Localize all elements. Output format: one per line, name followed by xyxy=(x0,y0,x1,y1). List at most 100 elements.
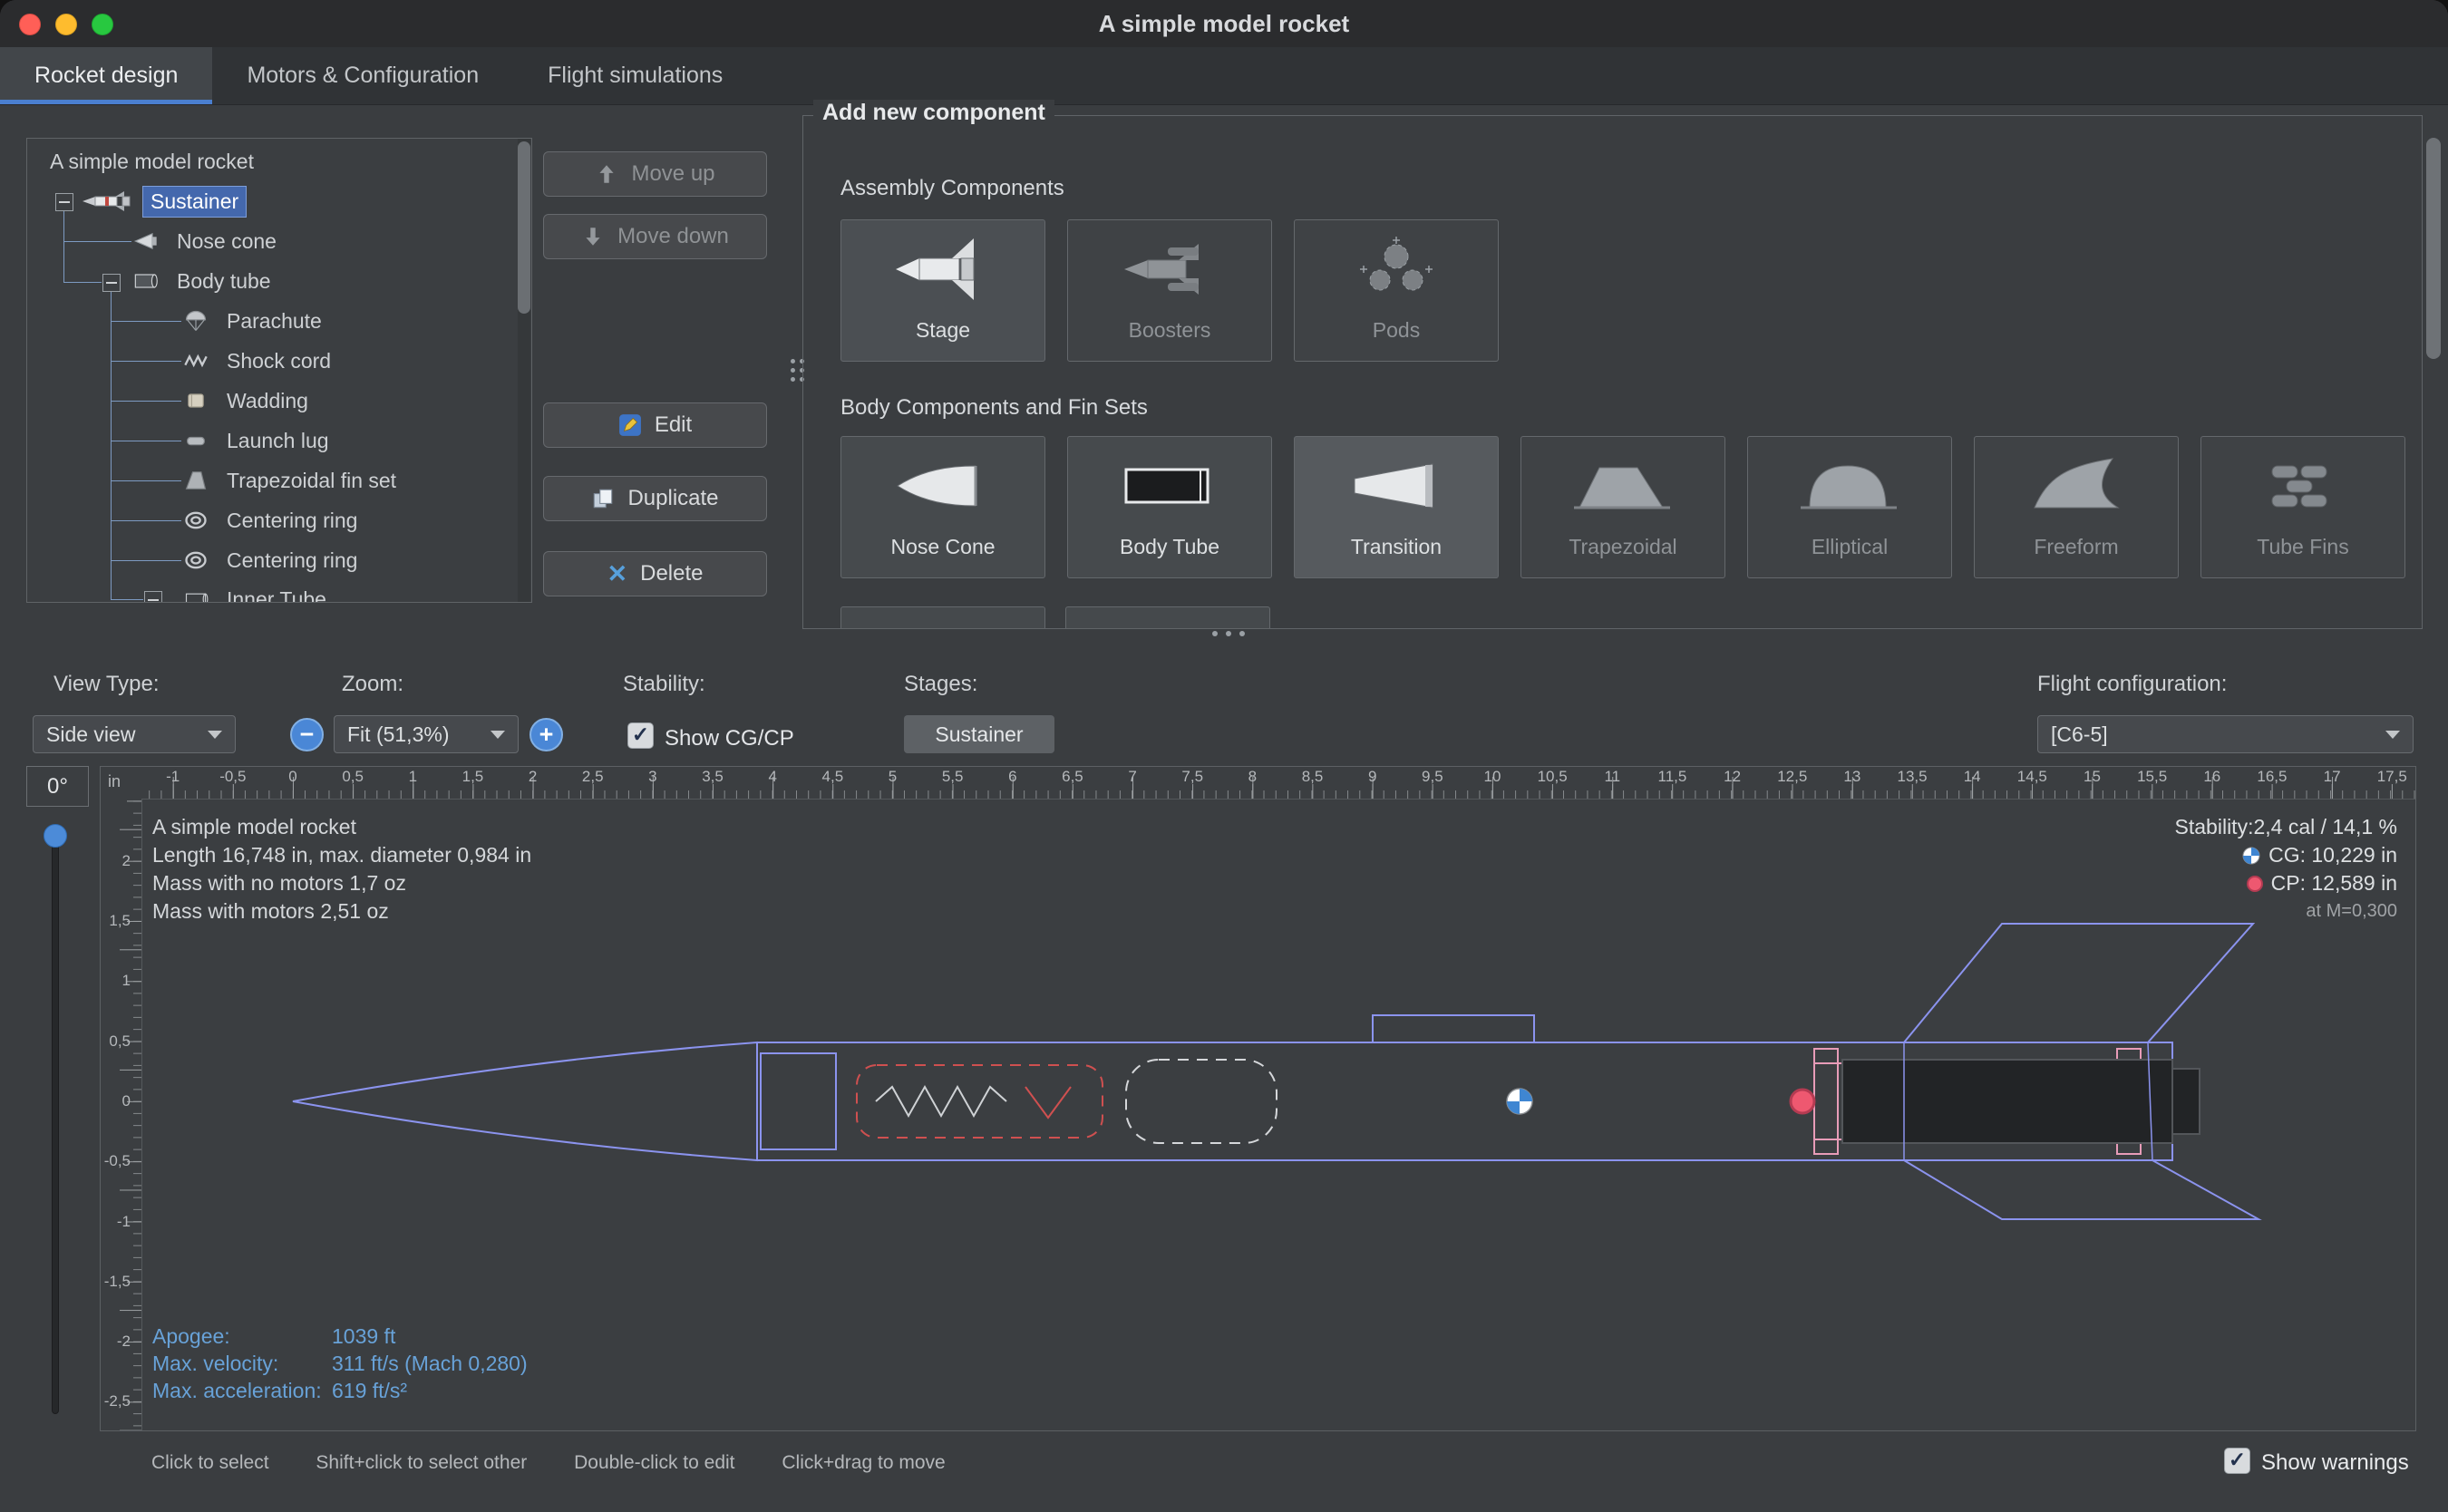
tree-item-nose-cone[interactable]: Nose cone xyxy=(133,221,284,261)
show-cgcp-label: Show CG/CP xyxy=(665,726,794,751)
tree-item-inner-tube[interactable]: Inner Tube xyxy=(183,579,334,603)
component-card-partial[interactable] xyxy=(1065,606,1270,629)
tree-item-launch-lug[interactable]: Launch lug xyxy=(183,421,336,460)
stage-icon xyxy=(875,220,1011,318)
cp-legend-icon xyxy=(2247,876,2263,892)
arrow-up-icon xyxy=(595,162,618,186)
move-down-button[interactable]: Move down xyxy=(543,214,767,259)
nose-shoulder-outline xyxy=(761,1053,836,1149)
parachute-outline xyxy=(1126,1060,1277,1143)
tree-connector xyxy=(111,321,181,322)
rotation-slider-track[interactable] xyxy=(52,827,59,1414)
arrow-down-icon xyxy=(581,225,605,248)
mach-value-text: at M=0,300 xyxy=(2175,897,2397,926)
tab-flight-simulations[interactable]: Flight simulations xyxy=(513,47,757,104)
tree-item-wadding[interactable]: Wadding xyxy=(183,381,316,421)
component-card-partial[interactable] xyxy=(840,606,1045,629)
tree-connector xyxy=(63,210,64,282)
component-tree: A simple model rocket Sustainer Nose con… xyxy=(26,138,532,603)
expander-body-tube[interactable] xyxy=(102,274,121,292)
component-card-stage[interactable]: Stage xyxy=(840,219,1045,362)
view-type-label: View Type: xyxy=(53,672,160,697)
cg-marker xyxy=(1507,1089,1532,1114)
tree-connector xyxy=(111,480,181,481)
cg-value-text: CG: 10,229 in xyxy=(2268,841,2397,869)
max-velocity-value: 311 ft/s (Mach 0,280) xyxy=(332,1350,528,1377)
edit-button[interactable]: Edit xyxy=(543,402,767,448)
zoom-in-icon: + xyxy=(539,722,554,747)
stages-label: Stages: xyxy=(904,672,977,697)
launch-lug-icon xyxy=(183,428,209,453)
tree-connector xyxy=(111,520,181,521)
rocket-icon xyxy=(81,189,131,213)
tree-connector xyxy=(111,599,143,600)
rocket-mass-motors-text: Mass with motors 2,51 oz xyxy=(152,897,531,926)
tree-item-centering-ring-2[interactable]: Centering ring xyxy=(183,540,364,580)
zoom-in-button[interactable]: + xyxy=(529,718,563,751)
component-card-body-tube[interactable]: Body Tube xyxy=(1067,436,1272,578)
tree-item-shock-cord[interactable]: Shock cord xyxy=(183,341,338,381)
titlebar: A simple model rocket xyxy=(0,0,2448,48)
fin-outline-upper xyxy=(1904,924,2253,1042)
centering-ring-outline xyxy=(1814,1049,1838,1154)
zoom-label: Zoom: xyxy=(342,672,403,697)
horizontal-ruler: -1-0,500,511,522,533,544,555,566,577,588… xyxy=(141,767,2416,800)
tree-item-trapezoidal-fin-set[interactable]: Trapezoidal fin set xyxy=(183,460,403,500)
stage-toggle-sustainer[interactable]: Sustainer xyxy=(904,715,1054,753)
tree-scrollbar-thumb[interactable] xyxy=(518,141,530,314)
expander-sustainer[interactable] xyxy=(55,193,73,211)
tree-item-parachute[interactable]: Parachute xyxy=(183,301,329,341)
assembly-cards-row: Stage Boosters xyxy=(840,219,1499,362)
flight-configuration-dropdown[interactable]: [C6-5] xyxy=(2037,715,2414,753)
component-card-trapezoidal[interactable]: Trapezoidal xyxy=(1520,436,1725,578)
rocket-canvas[interactable]: in -1-0,500,511,522,533,544,555,566,577,… xyxy=(100,766,2416,1431)
component-card-boosters[interactable]: Boosters xyxy=(1067,219,1272,362)
component-card-nose-cone[interactable]: Nose Cone xyxy=(840,436,1045,578)
body-tube-icon xyxy=(133,268,159,294)
wadding-outline xyxy=(857,1065,1103,1138)
motor xyxy=(1842,1060,2172,1143)
component-card-freeform[interactable]: Freeform xyxy=(1974,436,2179,578)
cg-legend-icon xyxy=(2242,847,2260,865)
chevron-down-icon xyxy=(2385,731,2400,739)
delete-button[interactable]: ✕ Delete xyxy=(543,551,767,596)
nose-cone-outline xyxy=(293,1042,757,1160)
tree-item-sustainer[interactable]: Sustainer xyxy=(81,181,247,221)
duplicate-button[interactable]: Duplicate xyxy=(543,476,767,521)
shock-cord-anchor xyxy=(1025,1087,1071,1118)
tab-rocket-design[interactable]: Rocket design xyxy=(0,47,212,104)
tab-motors-configuration[interactable]: Motors & Configuration xyxy=(212,47,513,104)
horizontal-splitter-handle[interactable] xyxy=(1212,631,1245,636)
chevron-down-icon xyxy=(491,731,505,739)
tree-item-body-tube[interactable]: Body tube xyxy=(133,261,278,301)
expander-inner-tube[interactable] xyxy=(144,591,162,603)
component-card-pods[interactable]: Pods xyxy=(1294,219,1499,362)
tree-connector xyxy=(63,241,131,242)
rocket-mass-empty-text: Mass with no motors 1,7 oz xyxy=(152,869,531,897)
wadding-icon xyxy=(183,388,209,413)
view-type-dropdown[interactable]: Side view xyxy=(33,715,236,753)
component-card-transition[interactable]: Transition xyxy=(1294,436,1499,578)
rocket-info-block: A simple model rocket Length 16,748 in, … xyxy=(152,813,531,926)
statusbar-hints: Click to select Shift+click to select ot… xyxy=(151,1452,987,1474)
fin-set-icon xyxy=(183,468,209,493)
tree-root[interactable]: A simple model rocket xyxy=(43,141,261,181)
shock-cord-icon xyxy=(183,348,209,373)
add-component-title: Add new component xyxy=(813,100,1054,126)
inner-tube-icon xyxy=(183,586,209,603)
window-scrollbar-thumb[interactable] xyxy=(2426,138,2441,359)
move-up-button[interactable]: Move up xyxy=(543,151,767,197)
component-card-elliptical[interactable]: Elliptical xyxy=(1747,436,1952,578)
launch-lug-outline xyxy=(1373,1015,1534,1042)
shock-cord-outline xyxy=(876,1087,1006,1116)
show-cgcp-checkbox[interactable] xyxy=(627,722,654,749)
zoom-out-button[interactable]: − xyxy=(290,718,324,751)
ruler-unit-label: in xyxy=(108,772,121,791)
cp-marker xyxy=(1791,1090,1814,1113)
rotation-slider-knob[interactable] xyxy=(44,824,67,848)
show-warnings-checkbox[interactable] xyxy=(2224,1448,2250,1474)
component-card-tube-fins[interactable]: Tube Fins xyxy=(2200,436,2405,578)
zoom-dropdown[interactable]: Fit (51,3%) xyxy=(334,715,519,753)
tree-item-centering-ring-1[interactable]: Centering ring xyxy=(183,500,364,540)
body-tube-icon xyxy=(1102,437,1238,535)
